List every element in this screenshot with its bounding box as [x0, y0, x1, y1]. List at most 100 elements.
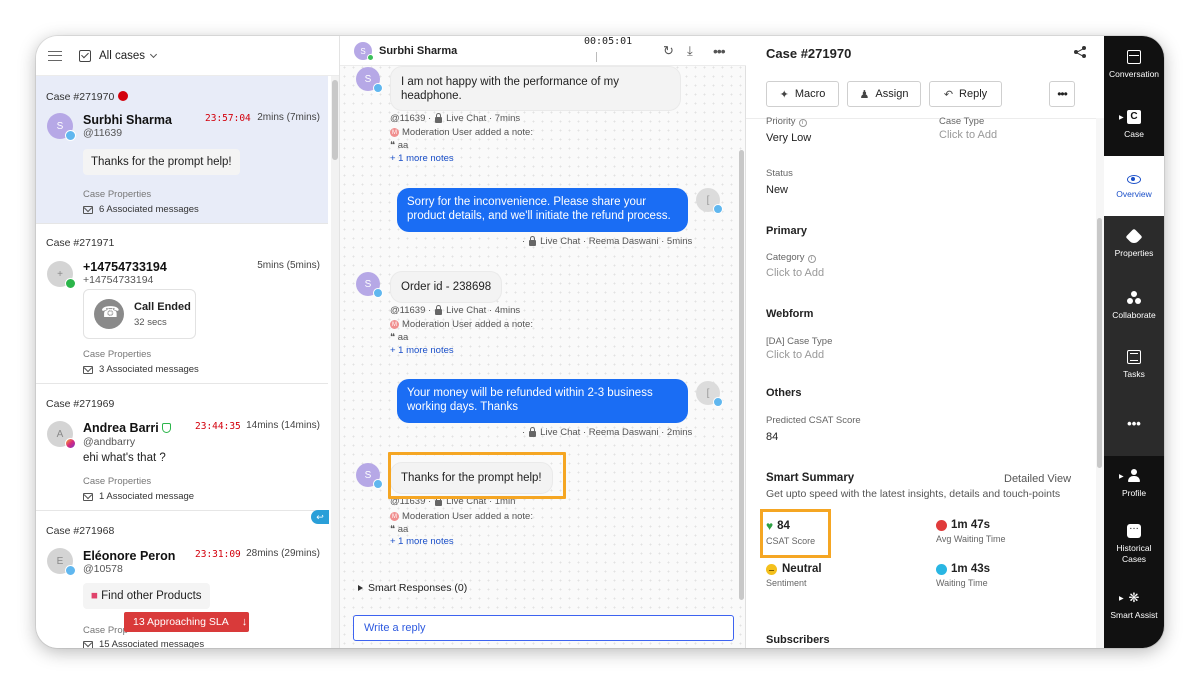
waiting-time-metric: 1m 43s Waiting Time	[936, 563, 991, 588]
da-case-type-field[interactable]: Click to Add	[766, 349, 824, 361]
conversation-icon	[1127, 50, 1141, 64]
whatsapp-badge-icon	[65, 278, 76, 289]
more-notes-link[interactable]: + 1 more notes	[390, 345, 454, 356]
case-filter-dropdown[interactable]: All cases	[99, 50, 158, 62]
app-window: All cases Case #271970 S Surbhi Sharma @…	[36, 36, 1164, 648]
refresh-icon[interactable]	[663, 45, 674, 57]
priority-value[interactable]: Very Low	[766, 132, 811, 144]
status-value[interactable]: New	[766, 184, 788, 196]
detailed-view-link[interactable]: Detailed View	[1004, 473, 1071, 485]
lock-icon	[529, 426, 537, 437]
sla-timer: 23:57:04	[205, 113, 251, 124]
customer-name: Eléonore Peron	[83, 549, 176, 563]
live-chat-badge-icon	[65, 130, 76, 141]
conversation-scrollbar[interactable]	[738, 70, 745, 640]
details-scrollbar[interactable]	[1096, 118, 1104, 648]
moderator-icon: M	[390, 320, 399, 329]
scrollbar-thumb[interactable]	[739, 150, 744, 600]
nav-historical-cases[interactable]: Historical Cases	[1104, 521, 1164, 565]
assign-button[interactable]: ♟ Assign	[847, 81, 921, 107]
sla-timer: 23:44:35	[195, 421, 241, 432]
case-title: Case #271970	[766, 46, 852, 61]
case-item-271970[interactable]: Case #271970 S Surbhi Sharma @11639 23:5…	[36, 76, 328, 224]
more-options-icon[interactable]: •••	[713, 44, 726, 58]
assign-user-icon: ♟	[859, 88, 870, 101]
case-list-scrollbar[interactable]	[331, 76, 339, 648]
download-icon[interactable]	[687, 45, 699, 57]
macro-button[interactable]: ✦ Macro	[766, 81, 839, 107]
chevron-down-icon	[149, 50, 158, 58]
nav-overview[interactable]: Overview	[1104, 156, 1164, 216]
case-age: 28mins (29mins)	[246, 548, 320, 559]
customer-handle: +14754733194	[83, 274, 154, 286]
case-item-271971[interactable]: Case #271971 + +14754733194 +14754733194…	[36, 224, 328, 384]
more-actions-button[interactable]: •••	[1049, 81, 1075, 107]
associated-messages: 1 Associated message	[83, 491, 194, 502]
case-properties-label: Case Properties	[83, 349, 152, 360]
collaborate-icon	[1127, 291, 1141, 305]
nav-conversation[interactable]: Conversation	[1104, 50, 1164, 79]
nav-smart-assist[interactable]: ▶ ❋ Smart Assist	[1104, 590, 1164, 621]
approaching-sla-button[interactable]: 13 Approaching SLA ↓	[124, 612, 249, 632]
predicted-csat-value: 84	[766, 431, 779, 443]
associated-messages: 3 Associated messages	[83, 364, 199, 375]
last-message: Thanks for the prompt help!	[83, 149, 240, 175]
avg-waiting-time-metric: 1m 47s Avg Waiting Time	[936, 519, 1006, 544]
live-chat-badge-icon	[713, 204, 723, 214]
call-status: Call Ended	[134, 301, 191, 313]
nav-rail: Conversation ▶ C Case Overview Properties …	[1104, 36, 1164, 648]
hamburger-menu-icon[interactable]	[48, 50, 62, 61]
agent-avatar: [	[696, 188, 723, 214]
case-list-header: All cases	[36, 36, 339, 76]
timer-divider	[596, 52, 597, 62]
info-icon: i	[807, 255, 816, 263]
smart-responses-toggle[interactable]: Smart Responses (0)	[358, 582, 467, 594]
moderation-note: M Moderation User added a note:	[390, 511, 533, 522]
da-case-type-label: [DA] Case Type	[766, 336, 833, 347]
last-message: ■ Find other Products	[83, 583, 210, 609]
customer-name: +14754733194	[83, 260, 167, 274]
conversation-header: S Surbhi Sharma 00:05:01 •••	[340, 36, 746, 66]
message-meta: · Live Chat · Reema Daswani · 5mins	[522, 235, 693, 247]
historical-cases-icon	[1127, 521, 1141, 538]
category-field[interactable]: Click to Add	[766, 267, 824, 279]
moderator-icon: M	[390, 512, 399, 521]
nav-properties[interactable]: Properties	[1104, 228, 1164, 258]
select-all-checkbox[interactable]	[79, 49, 91, 62]
nav-profile[interactable]: ▶ Profile	[1104, 469, 1164, 498]
nav-more[interactable]: •••	[1104, 416, 1164, 431]
case-item-271969[interactable]: Case #271969 A Andrea Barri @andbarry 23…	[36, 384, 328, 511]
reply-indicator-icon: ↩	[311, 510, 329, 524]
scrollbar-thumb[interactable]	[332, 80, 338, 160]
message-bubble-outgoing: Sorry for the inconvenience. Please shar…	[397, 188, 688, 232]
scrollbar-thumb[interactable]	[1097, 218, 1102, 468]
status-label: Status	[766, 168, 793, 179]
more-notes-link[interactable]: + 1 more notes	[390, 536, 454, 547]
category-label: Category i	[766, 252, 816, 263]
conversation-panel: S Surbhi Sharma 00:05:01 ••• S I am not …	[340, 36, 746, 648]
share-icon[interactable]	[1074, 46, 1086, 58]
customer-handle: @andbarry	[83, 436, 136, 448]
sparkle-icon: ❋	[1128, 590, 1140, 605]
case-type-field[interactable]: Click to Add	[939, 129, 997, 141]
nav-tasks[interactable]: Tasks	[1104, 350, 1164, 379]
stopwatch-icon	[936, 519, 947, 531]
eye-icon	[1127, 175, 1141, 184]
associated-messages: 6 Associated messages	[83, 204, 199, 215]
live-chat-badge-icon	[373, 479, 383, 489]
reply-button[interactable]: ↶ Reply	[929, 81, 1002, 107]
nav-case[interactable]: ▶ C Case	[1104, 110, 1164, 139]
reply-input[interactable]: Write a reply	[353, 615, 734, 641]
more-notes-link[interactable]: + 1 more notes	[390, 153, 454, 164]
live-chat-badge-icon	[373, 288, 383, 298]
nav-collaborate[interactable]: Collaborate	[1104, 291, 1164, 320]
sla-timer: 23:31:09	[195, 549, 241, 560]
webform-section-title: Webform	[766, 308, 814, 320]
subscribers-section-title: Subscribers	[766, 634, 830, 646]
profile-icon	[1127, 469, 1141, 483]
last-message: ehi what's that ?	[83, 452, 166, 464]
envelope-icon	[83, 492, 93, 501]
message-bubble-incoming: Order id - 238698	[390, 271, 503, 303]
envelope-icon	[83, 205, 93, 214]
avatar: E	[47, 548, 76, 576]
